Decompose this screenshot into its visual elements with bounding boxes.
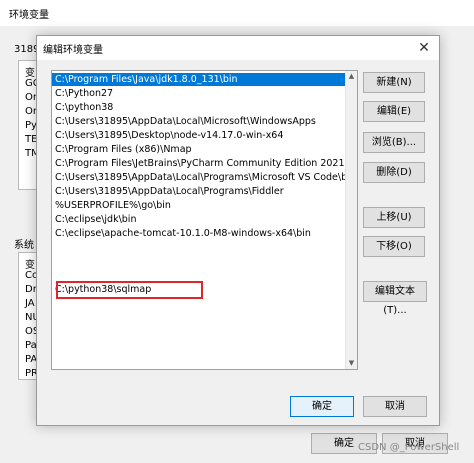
parent-titlebar: 环境变量 bbox=[0, 0, 474, 26]
vertical-scrollbar[interactable]: ▲ ▼ bbox=[345, 71, 357, 369]
scroll-down-arrow-icon[interactable]: ▼ bbox=[346, 358, 357, 369]
red-highlight-box bbox=[56, 281, 203, 299]
edit-text-button[interactable]: 编辑文本(T)... bbox=[363, 281, 427, 316]
edit-button[interactable]: 编辑(E) bbox=[363, 101, 425, 122]
system-variables-label: 系统 bbox=[14, 240, 34, 251]
move-up-button[interactable]: 上移(U) bbox=[363, 207, 425, 228]
new-button[interactable]: 新建(N) bbox=[363, 72, 425, 93]
path-list[interactable]: C:\Program Files\Java\jdk1.8.0_131\bin C… bbox=[51, 70, 358, 370]
browse-button[interactable]: 浏览(B)... bbox=[363, 132, 425, 153]
parent-window-title: 环境变量 bbox=[9, 10, 49, 21]
delete-button[interactable]: 删除(D) bbox=[363, 162, 425, 183]
scroll-up-arrow-icon[interactable]: ▲ bbox=[346, 71, 357, 82]
path-row[interactable]: C:\Python27 bbox=[52, 87, 347, 100]
path-row[interactable]: C:\eclipse\apache-tomcat-10.1.0-M8-windo… bbox=[52, 227, 347, 240]
list-item[interactable]: Pa bbox=[25, 340, 37, 351]
move-down-button[interactable]: 下移(O) bbox=[363, 236, 425, 257]
ok-button[interactable]: 确定 bbox=[290, 396, 354, 417]
path-row[interactable]: C:\Users\31895\AppData\Local\Microsoft\W… bbox=[52, 115, 347, 128]
watermark: CSDN @_PowerShell bbox=[358, 442, 460, 453]
path-row[interactable]: C:\Program Files\Java\jdk1.8.0_131\bin bbox=[52, 73, 347, 86]
path-row[interactable]: C:\python38 bbox=[52, 101, 347, 114]
edit-environment-variable-dialog: 编辑环境变量 ✕ C:\Program Files\Java\jdk1.8.0_… bbox=[36, 35, 440, 426]
path-row[interactable]: C:\eclipse\jdk\bin bbox=[52, 213, 347, 226]
path-row[interactable]: C:\Users\31895\Desktop\node-v14.17.0-win… bbox=[52, 129, 347, 142]
path-row[interactable]: C:\Program Files (x86)\Nmap bbox=[52, 143, 347, 156]
path-row[interactable]: C:\Users\31895\AppData\Local\Programs\Mi… bbox=[52, 171, 347, 184]
cancel-button[interactable]: 取消 bbox=[363, 396, 427, 417]
path-row[interactable]: C:\Users\31895\AppData\Local\Programs\Fi… bbox=[52, 185, 347, 198]
list-item[interactable]: 变 bbox=[25, 64, 35, 79]
list-item[interactable]: 变 bbox=[25, 256, 35, 271]
dialog-titlebar: 编辑环境变量 ✕ bbox=[37, 36, 439, 60]
path-row[interactable]: C:\Program Files\JetBrains\PyCharm Commu… bbox=[52, 157, 347, 170]
close-icon[interactable]: ✕ bbox=[415, 39, 433, 57]
dialog-title: 编辑环境变量 bbox=[43, 45, 103, 56]
path-row[interactable]: %USERPROFILE%\go\bin bbox=[52, 199, 347, 212]
list-item[interactable]: JA bbox=[25, 298, 35, 309]
